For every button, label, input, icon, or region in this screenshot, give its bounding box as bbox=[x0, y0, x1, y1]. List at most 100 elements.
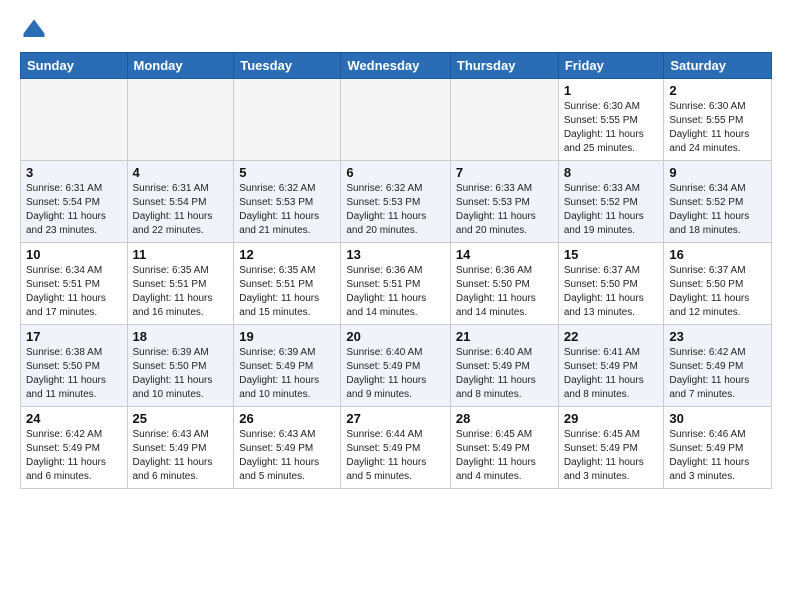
day-number: 8 bbox=[564, 165, 659, 180]
day-number: 2 bbox=[669, 83, 766, 98]
day-number: 25 bbox=[133, 411, 229, 426]
day-info: Sunrise: 6:46 AM Sunset: 5:49 PM Dayligh… bbox=[669, 428, 766, 484]
day-number: 20 bbox=[346, 329, 445, 344]
day-info: Sunrise: 6:34 AM Sunset: 5:52 PM Dayligh… bbox=[669, 182, 766, 238]
day-number: 16 bbox=[669, 247, 766, 262]
day-info: Sunrise: 6:45 AM Sunset: 5:49 PM Dayligh… bbox=[564, 428, 659, 484]
calendar-cell: 7Sunrise: 6:33 AM Sunset: 5:53 PM Daylig… bbox=[450, 161, 558, 243]
day-number: 15 bbox=[564, 247, 659, 262]
day-info: Sunrise: 6:32 AM Sunset: 5:53 PM Dayligh… bbox=[239, 182, 335, 238]
day-info: Sunrise: 6:42 AM Sunset: 5:49 PM Dayligh… bbox=[26, 428, 122, 484]
day-number: 5 bbox=[239, 165, 335, 180]
day-info: Sunrise: 6:37 AM Sunset: 5:50 PM Dayligh… bbox=[669, 264, 766, 320]
day-number: 17 bbox=[26, 329, 122, 344]
day-number: 10 bbox=[26, 247, 122, 262]
day-number: 23 bbox=[669, 329, 766, 344]
day-number: 27 bbox=[346, 411, 445, 426]
calendar-cell: 28Sunrise: 6:45 AM Sunset: 5:49 PM Dayli… bbox=[450, 407, 558, 489]
calendar-cell: 16 Sunrise: 6:37 AM Sunset: 5:50 PM Dayli… bbox=[664, 243, 772, 325]
day-number: 26 bbox=[239, 411, 335, 426]
day-info: Sunrise: 6:33 AM Sunset: 5:53 PM Dayligh… bbox=[456, 182, 553, 238]
calendar: SundayMondayTuesdayWednesdayThursdayFrid… bbox=[20, 52, 772, 489]
day-number: 4 bbox=[133, 165, 229, 180]
calendar-cell: 6 Sunrise: 6:32 AM Sunset: 5:53 PM Daylig… bbox=[341, 161, 451, 243]
day-number: 30 bbox=[669, 411, 766, 426]
day-number: 14 bbox=[456, 247, 553, 262]
day-info: Sunrise: 6:39 AM Sunset: 5:49 PM Dayligh… bbox=[239, 346, 335, 402]
week-row-5: 24Sunrise: 6:42 AM Sunset: 5:49 PM Dayli… bbox=[21, 407, 772, 489]
day-info: Sunrise: 6:32 AM Sunset: 5:53 PM Dayligh… bbox=[346, 182, 445, 238]
calendar-cell: 5 Sunrise: 6:32 AM Sunset: 5:53 PM Daylig… bbox=[234, 161, 341, 243]
day-number: 1 bbox=[564, 83, 659, 98]
day-info: Sunrise: 6:36 AM Sunset: 5:51 PM Dayligh… bbox=[346, 264, 445, 320]
calendar-cell: 9 Sunrise: 6:34 AM Sunset: 5:52 PM Daylig… bbox=[664, 161, 772, 243]
calendar-cell: 24Sunrise: 6:42 AM Sunset: 5:49 PM Dayli… bbox=[21, 407, 128, 489]
day-number: 13 bbox=[346, 247, 445, 262]
weekday-header-saturday: Saturday bbox=[664, 53, 772, 79]
calendar-cell: 3Sunrise: 6:31 AM Sunset: 5:54 PM Daylig… bbox=[21, 161, 128, 243]
calendar-cell bbox=[234, 79, 341, 161]
calendar-cell: 12Sunrise: 6:35 AM Sunset: 5:51 PM Dayli… bbox=[234, 243, 341, 325]
logo bbox=[20, 16, 52, 44]
weekday-header-sunday: Sunday bbox=[21, 53, 128, 79]
calendar-cell: 23 Sunrise: 6:42 AM Sunset: 5:49 PM Dayli… bbox=[664, 325, 772, 407]
calendar-cell: 29 Sunrise: 6:45 AM Sunset: 5:49 PM Dayli… bbox=[558, 407, 664, 489]
calendar-cell: 27 Sunrise: 6:44 AM Sunset: 5:49 PM Dayli… bbox=[341, 407, 451, 489]
day-number: 28 bbox=[456, 411, 553, 426]
calendar-cell: 4 Sunrise: 6:31 AM Sunset: 5:54 PM Daylig… bbox=[127, 161, 234, 243]
day-info: Sunrise: 6:35 AM Sunset: 5:51 PM Dayligh… bbox=[239, 264, 335, 320]
calendar-cell: 14 Sunrise: 6:36 AM Sunset: 5:50 PM Dayli… bbox=[450, 243, 558, 325]
day-info: Sunrise: 6:38 AM Sunset: 5:50 PM Dayligh… bbox=[26, 346, 122, 402]
day-info: Sunrise: 6:42 AM Sunset: 5:49 PM Dayligh… bbox=[669, 346, 766, 402]
calendar-cell: 18 Sunrise: 6:39 AM Sunset: 5:50 PM Dayli… bbox=[127, 325, 234, 407]
day-number: 19 bbox=[239, 329, 335, 344]
day-info: Sunrise: 6:40 AM Sunset: 5:49 PM Dayligh… bbox=[346, 346, 445, 402]
calendar-cell: 26 Sunrise: 6:43 AM Sunset: 5:49 PM Dayli… bbox=[234, 407, 341, 489]
day-info: Sunrise: 6:34 AM Sunset: 5:51 PM Dayligh… bbox=[26, 264, 122, 320]
calendar-cell: 21 Sunrise: 6:40 AM Sunset: 5:49 PM Dayli… bbox=[450, 325, 558, 407]
day-number: 9 bbox=[669, 165, 766, 180]
calendar-cell bbox=[341, 79, 451, 161]
calendar-cell: 22 Sunrise: 6:41 AM Sunset: 5:49 PM Dayli… bbox=[558, 325, 664, 407]
day-info: Sunrise: 6:31 AM Sunset: 5:54 PM Dayligh… bbox=[133, 182, 229, 238]
day-number: 6 bbox=[346, 165, 445, 180]
calendar-cell: 20 Sunrise: 6:40 AM Sunset: 5:49 PM Dayli… bbox=[341, 325, 451, 407]
day-info: Sunrise: 6:39 AM Sunset: 5:50 PM Dayligh… bbox=[133, 346, 229, 402]
day-info: Sunrise: 6:36 AM Sunset: 5:50 PM Dayligh… bbox=[456, 264, 553, 320]
calendar-cell: 1Sunrise: 6:30 AM Sunset: 5:55 PM Daylig… bbox=[558, 79, 664, 161]
weekday-header-tuesday: Tuesday bbox=[234, 53, 341, 79]
day-number: 21 bbox=[456, 329, 553, 344]
calendar-cell: 30 Sunrise: 6:46 AM Sunset: 5:49 PM Dayli… bbox=[664, 407, 772, 489]
weekday-header-thursday: Thursday bbox=[450, 53, 558, 79]
weekday-header-wednesday: Wednesday bbox=[341, 53, 451, 79]
day-info: Sunrise: 6:35 AM Sunset: 5:51 PM Dayligh… bbox=[133, 264, 229, 320]
day-number: 3 bbox=[26, 165, 122, 180]
calendar-cell bbox=[450, 79, 558, 161]
day-number: 22 bbox=[564, 329, 659, 344]
day-number: 29 bbox=[564, 411, 659, 426]
day-info: Sunrise: 6:43 AM Sunset: 5:49 PM Dayligh… bbox=[239, 428, 335, 484]
weekday-header-monday: Monday bbox=[127, 53, 234, 79]
page: SundayMondayTuesdayWednesdayThursdayFrid… bbox=[0, 0, 792, 505]
calendar-cell: 8 Sunrise: 6:33 AM Sunset: 5:52 PM Daylig… bbox=[558, 161, 664, 243]
day-info: Sunrise: 6:41 AM Sunset: 5:49 PM Dayligh… bbox=[564, 346, 659, 402]
calendar-cell: 2 Sunrise: 6:30 AM Sunset: 5:55 PM Daylig… bbox=[664, 79, 772, 161]
calendar-cell: 13 Sunrise: 6:36 AM Sunset: 5:51 PM Dayli… bbox=[341, 243, 451, 325]
calendar-cell: 25 Sunrise: 6:43 AM Sunset: 5:49 PM Dayli… bbox=[127, 407, 234, 489]
day-info: Sunrise: 6:30 AM Sunset: 5:55 PM Dayligh… bbox=[669, 100, 766, 156]
calendar-cell bbox=[21, 79, 128, 161]
day-info: Sunrise: 6:43 AM Sunset: 5:49 PM Dayligh… bbox=[133, 428, 229, 484]
day-info: Sunrise: 6:37 AM Sunset: 5:50 PM Dayligh… bbox=[564, 264, 659, 320]
calendar-cell: 11Sunrise: 6:35 AM Sunset: 5:51 PM Dayli… bbox=[127, 243, 234, 325]
week-row-2: 3 Sunrise: 6:31 AM Sunset: 5:54 PM Daylig… bbox=[21, 161, 772, 243]
week-row-1: 1 Sunrise: 6:30 AM Sunset: 5:55 PM Daylig… bbox=[21, 79, 772, 161]
calendar-cell: 10 Sunrise: 6:34 AM Sunset: 5:51 PM Dayli… bbox=[21, 243, 128, 325]
calendar-cell: 15 Sunrise: 6:37 AM Sunset: 5:50 PM Dayli… bbox=[558, 243, 664, 325]
header bbox=[20, 16, 772, 44]
day-info: Sunrise: 6:44 AM Sunset: 5:49 PM Dayligh… bbox=[346, 428, 445, 484]
day-info: Sunrise: 6:33 AM Sunset: 5:52 PM Dayligh… bbox=[564, 182, 659, 238]
day-number: 18 bbox=[133, 329, 229, 344]
logo-icon bbox=[20, 16, 48, 44]
calendar-cell bbox=[127, 79, 234, 161]
day-info: Sunrise: 6:40 AM Sunset: 5:49 PM Dayligh… bbox=[456, 346, 553, 402]
